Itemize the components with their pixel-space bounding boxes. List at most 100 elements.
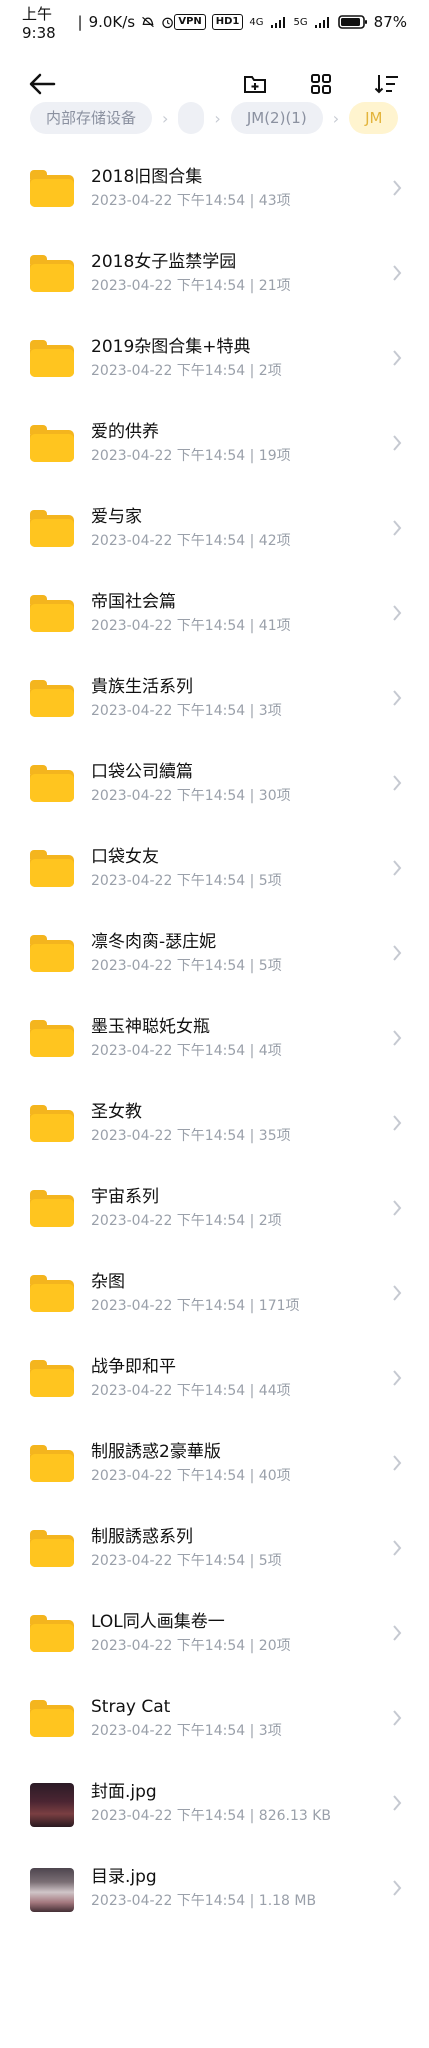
signal-label-5g: 5G — [293, 16, 308, 28]
chevron-right-icon — [393, 1880, 402, 1896]
file-row[interactable]: 2019杂图合集+特典 2023-04-22 下午14:54 | 2项 — [0, 318, 429, 403]
status-left: 上午9:38 | 9.0K/s — [22, 3, 174, 42]
file-row[interactable]: Stray Cat 2023-04-22 下午14:54 | 3项 — [0, 1678, 429, 1763]
folder-icon — [30, 508, 74, 552]
file-meta: 2023-04-22 下午14:54 | 44项 — [91, 1383, 291, 1399]
file-meta: 2023-04-22 下午14:54 | 21项 — [91, 278, 291, 294]
breadcrumb-root[interactable]: 内部存储设备 — [30, 102, 153, 134]
file-meta: 2023-04-22 下午14:54 | 171项 — [91, 1298, 300, 1314]
file-date: 2023-04-22 下午14:54 — [91, 1553, 246, 1569]
folder-icon — [30, 1613, 74, 1657]
network-speed: 9.0K/s — [88, 13, 136, 31]
file-name: 制服誘惑2豪華版 — [91, 1442, 221, 1462]
folder-icon — [30, 1528, 74, 1572]
back-arrow-icon — [29, 73, 56, 95]
file-meta: 2023-04-22 下午14:54 | 40项 — [91, 1468, 291, 1484]
chevron-right-icon — [393, 1795, 402, 1811]
file-detail: 44项 — [258, 1383, 291, 1399]
file-name: 爱的供养 — [91, 422, 159, 442]
file-date: 2023-04-22 下午14:54 — [91, 448, 246, 464]
file-meta: 2023-04-22 下午14:54 | 30项 — [91, 788, 291, 804]
file-date: 2023-04-22 下午14:54 — [91, 1043, 246, 1059]
chevron-right-icon — [393, 1200, 402, 1216]
file-row[interactable]: 爱的供养 2023-04-22 下午14:54 | 19项 — [0, 403, 429, 488]
breadcrumb-middle[interactable] — [178, 102, 205, 134]
file-name: 2019杂图合集+特典 — [91, 337, 251, 357]
file-detail: 41项 — [258, 618, 291, 634]
file-detail: 3项 — [258, 703, 282, 719]
folder-icon — [30, 1698, 74, 1742]
grid-view-button[interactable] — [305, 68, 337, 100]
file-date: 2023-04-22 下午14:54 — [91, 958, 246, 974]
file-row[interactable]: 宇宙系列 2023-04-22 下午14:54 | 2项 — [0, 1168, 429, 1253]
chevron-right-icon: › — [162, 108, 169, 128]
file-row[interactable]: 口袋女友 2023-04-22 下午14:54 | 5项 — [0, 828, 429, 913]
signal-icon — [270, 17, 285, 28]
breadcrumb-jm-2-1[interactable]: JM(2)(1) — [230, 102, 323, 134]
file-date: 2023-04-22 下午14:54 — [91, 533, 246, 549]
chevron-right-icon: › — [214, 108, 221, 128]
file-name: 貴族生活系列 — [91, 677, 193, 697]
file-date: 2023-04-22 下午14:54 — [91, 1468, 246, 1484]
file-detail: 3项 — [258, 1723, 282, 1739]
file-name: Stray Cat — [91, 1697, 171, 1717]
breadcrumb-current-jm[interactable]: JM — [349, 102, 399, 134]
file-name: 凛冬肉脔-瑟庄妮 — [91, 932, 217, 952]
file-row[interactable]: 口袋公司續篇 2023-04-22 下午14:54 | 30项 — [0, 743, 429, 828]
folder-icon — [30, 1273, 74, 1317]
file-row[interactable]: 凛冬肉脔-瑟庄妮 2023-04-22 下午14:54 | 5项 — [0, 913, 429, 998]
file-meta: 2023-04-22 下午14:54 | 4项 — [91, 1043, 282, 1059]
file-row[interactable]: 封面.jpg 2023-04-22 下午14:54 | 826.13 KB — [0, 1763, 429, 1848]
file-meta: 2023-04-22 下午14:54 | 5项 — [91, 1553, 282, 1569]
file-detail: 1.18 MB — [258, 1893, 317, 1909]
file-date: 2023-04-22 下午14:54 — [91, 1893, 246, 1909]
file-row[interactable]: 2018旧图合集 2023-04-22 下午14:54 | 43项 — [0, 148, 429, 233]
sort-icon — [374, 75, 398, 94]
alarm-icon — [162, 17, 174, 28]
folder-icon — [30, 848, 74, 892]
file-date: 2023-04-22 下午14:54 — [91, 873, 246, 889]
file-name: 墨玉神聪奼女瓶 — [91, 1017, 210, 1037]
file-date: 2023-04-22 下午14:54 — [91, 618, 246, 634]
file-row[interactable]: 貴族生活系列 2023-04-22 下午14:54 | 3项 — [0, 658, 429, 743]
new-folder-icon — [244, 76, 266, 93]
file-row[interactable]: 墨玉神聪奼女瓶 2023-04-22 下午14:54 | 4项 — [0, 998, 429, 1083]
file-date: 2023-04-22 下午14:54 — [91, 193, 246, 209]
file-name: 2018旧图合集 — [91, 167, 203, 187]
signal-label-4g: 4G — [249, 16, 264, 28]
file-detail: 2项 — [258, 363, 282, 379]
file-row[interactable]: 战争即和平 2023-04-22 下午14:54 | 44项 — [0, 1338, 429, 1423]
chevron-right-icon — [393, 775, 402, 791]
file-row[interactable]: 目录.jpg 2023-04-22 下午14:54 | 1.18 MB — [0, 1848, 429, 1933]
chevron-right-icon — [393, 605, 402, 621]
chevron-right-icon — [393, 1710, 402, 1726]
file-row[interactable]: LOL同人画集卷一 2023-04-22 下午14:54 | 20项 — [0, 1593, 429, 1678]
new-folder-button[interactable] — [239, 68, 271, 100]
file-row[interactable]: 爱与家 2023-04-22 下午14:54 | 42项 — [0, 488, 429, 573]
file-meta: 2023-04-22 下午14:54 | 3项 — [91, 703, 282, 719]
file-detail: 43项 — [258, 193, 291, 209]
file-list: 2018旧图合集 2023-04-22 下午14:54 | 43项 2018女子监… — [0, 148, 429, 1933]
file-detail: 826.13 KB — [258, 1808, 332, 1824]
file-row[interactable]: 帝国社会篇 2023-04-22 下午14:54 | 41项 — [0, 573, 429, 658]
file-meta: 2023-04-22 下午14:54 | 826.13 KB — [91, 1808, 332, 1824]
file-meta: 2023-04-22 下午14:54 | 2项 — [91, 363, 282, 379]
back-button[interactable] — [26, 68, 58, 100]
file-date: 2023-04-22 下午14:54 — [91, 1808, 246, 1824]
file-name: 制服誘惑系列 — [91, 1527, 193, 1547]
vpn-badge: VPN — [174, 14, 206, 30]
file-detail: 35项 — [258, 1128, 291, 1144]
file-row[interactable]: 制服誘惑2豪華版 2023-04-22 下午14:54 | 40项 — [0, 1423, 429, 1508]
file-row[interactable]: 2018女子监禁学园 2023-04-22 下午14:54 | 21项 — [0, 233, 429, 318]
folder-icon — [30, 338, 74, 382]
status-bar: 上午9:38 | 9.0K/s VPN HD1 4G 5G 87% — [0, 0, 429, 44]
file-meta: 2023-04-22 下午14:54 | 43项 — [91, 193, 291, 209]
file-date: 2023-04-22 下午14:54 — [91, 703, 246, 719]
file-date: 2023-04-22 下午14:54 — [91, 278, 246, 294]
sort-button[interactable] — [371, 68, 403, 100]
file-row[interactable]: 圣女教 2023-04-22 下午14:54 | 35项 — [0, 1083, 429, 1168]
file-row[interactable]: 杂图 2023-04-22 下午14:54 | 171项 — [0, 1253, 429, 1338]
file-date: 2023-04-22 下午14:54 — [91, 1723, 246, 1739]
file-row[interactable]: 制服誘惑系列 2023-04-22 下午14:54 | 5项 — [0, 1508, 429, 1593]
folder-icon — [30, 253, 74, 297]
